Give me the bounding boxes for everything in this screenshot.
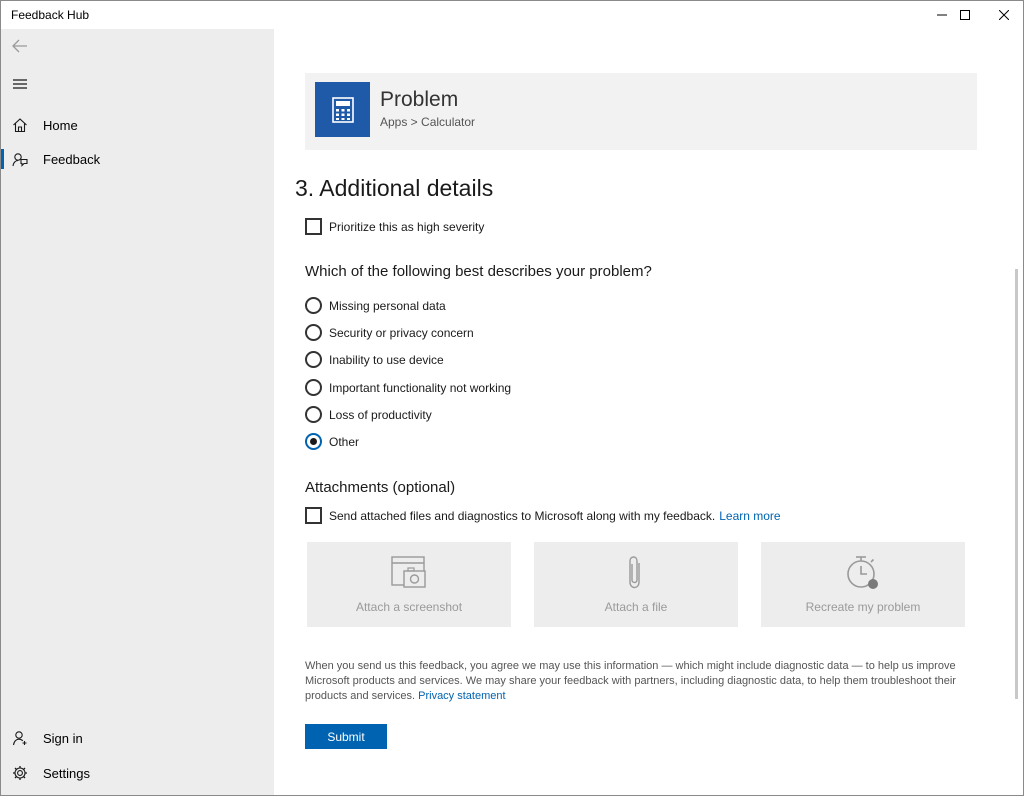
- option-other[interactable]: Other: [305, 433, 359, 450]
- close-button[interactable]: [981, 1, 1024, 29]
- option-security-privacy[interactable]: Security or privacy concern: [305, 324, 474, 341]
- sidebar-item-label: Home: [43, 117, 78, 133]
- sidebar-item-settings[interactable]: Settings: [1, 756, 274, 790]
- high-severity-label: Prioritize this as high severity: [329, 219, 485, 234]
- high-severity-checkbox-row[interactable]: Prioritize this as high severity: [305, 218, 484, 235]
- close-icon: [999, 10, 1009, 20]
- legal-notice: When you send us this feedback, you agre…: [305, 659, 985, 704]
- attach-file-button[interactable]: Attach a file: [534, 542, 738, 627]
- sidebar-item-label: Feedback: [43, 151, 101, 167]
- main-content: Problem Apps > Calculator 3. Additional …: [274, 29, 1023, 795]
- back-arrow-icon: [11, 37, 29, 55]
- recreate-problem-button[interactable]: Recreate my problem: [761, 542, 965, 627]
- scrollbar[interactable]: [1015, 269, 1018, 699]
- feedback-hub-window: Feedback Hub Home Feedback Sign in Setti…: [0, 0, 1024, 796]
- radio-label: Loss of productivity: [329, 407, 432, 422]
- sidebar-item-label: Settings: [43, 765, 90, 781]
- radio-label: Security or privacy concern: [329, 325, 474, 340]
- recreate-problem-label: Recreate my problem: [805, 600, 921, 614]
- send-diagnostics-checkbox[interactable]: [305, 507, 322, 524]
- send-diagnostics-row[interactable]: Send attached files and diagnostics to M…: [305, 507, 781, 524]
- learn-more-link[interactable]: Learn more: [719, 509, 780, 523]
- calculator-icon: [315, 82, 370, 137]
- sidebar: Home Feedback Sign in Settings: [1, 29, 274, 795]
- radio-button-selected[interactable]: [305, 433, 322, 450]
- paperclip-icon: [534, 554, 738, 592]
- radio-button[interactable]: [305, 351, 322, 368]
- hamburger-icon: [11, 75, 29, 93]
- sidebar-item-label: Sign in: [43, 730, 83, 746]
- high-severity-checkbox[interactable]: [305, 218, 322, 235]
- window-title: Feedback Hub: [11, 8, 90, 22]
- radio-label: Inability to use device: [329, 352, 444, 367]
- problem-category-card: Problem Apps > Calculator: [305, 73, 977, 150]
- option-functionality-not-working[interactable]: Important functionality not working: [305, 379, 511, 396]
- attach-file-label: Attach a file: [604, 600, 668, 614]
- selection-indicator: [1, 149, 4, 169]
- attachments-title: Attachments (optional): [305, 479, 456, 496]
- sidebar-item-feedback[interactable]: Feedback: [1, 142, 274, 176]
- attach-screenshot-label: Attach a screenshot: [355, 600, 463, 614]
- radio-button[interactable]: [305, 297, 322, 314]
- radio-button[interactable]: [305, 324, 322, 341]
- title-bar: Feedback Hub: [1, 1, 1023, 29]
- home-icon: [11, 116, 29, 134]
- back-button[interactable]: [1, 29, 274, 63]
- option-missing-personal-data[interactable]: Missing personal data: [305, 297, 446, 314]
- radio-button[interactable]: [305, 379, 322, 396]
- maximize-icon: [960, 10, 970, 20]
- problem-type-question: Which of the following best describes yo…: [305, 263, 652, 280]
- legal-text: When you send us this feedback, you agre…: [305, 660, 956, 702]
- problem-breadcrumb: Apps > Calculator: [380, 115, 476, 129]
- person-icon: [11, 729, 29, 747]
- feedback-icon: [11, 150, 29, 168]
- radio-label: Other: [329, 434, 360, 449]
- section-title: 3. Additional details: [295, 175, 494, 201]
- hamburger-menu-button[interactable]: [1, 67, 274, 101]
- radio-label: Missing personal data: [329, 298, 446, 313]
- privacy-statement-link[interactable]: Privacy statement: [418, 690, 505, 702]
- radio-button[interactable]: [305, 406, 322, 423]
- sidebar-item-home[interactable]: Home: [1, 108, 274, 142]
- radio-label: Important functionality not working: [329, 380, 512, 395]
- option-inability-to-use[interactable]: Inability to use device: [305, 351, 444, 368]
- attach-screenshot-button[interactable]: Attach a screenshot: [307, 542, 511, 627]
- submit-button[interactable]: Submit: [305, 724, 387, 749]
- gear-icon: [11, 764, 29, 782]
- send-diagnostics-label: Send attached files and diagnostics to M…: [329, 508, 716, 523]
- option-loss-of-productivity[interactable]: Loss of productivity: [305, 406, 432, 423]
- timer-record-icon: [761, 554, 965, 592]
- problem-title: Problem: [380, 88, 459, 111]
- screenshot-icon: [307, 554, 511, 592]
- sidebar-item-sign-in[interactable]: Sign in: [1, 721, 274, 755]
